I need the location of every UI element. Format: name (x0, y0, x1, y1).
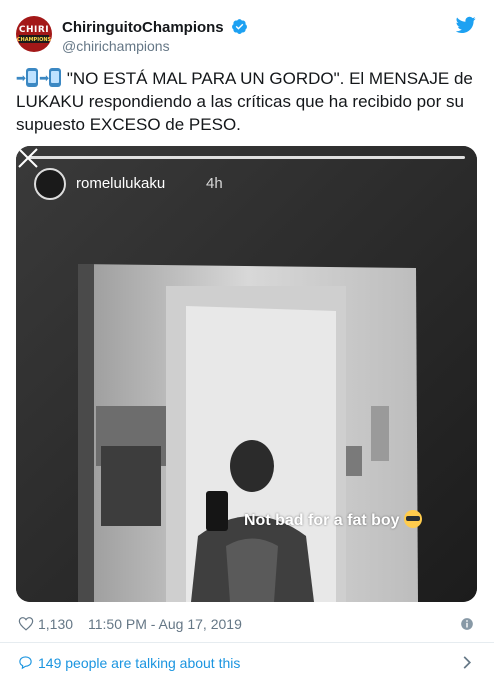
author-handle[interactable]: @chirichampions (62, 38, 248, 54)
author-names: ChiringuitoChampions @chirichampions (62, 18, 248, 54)
chevron-right-icon (463, 656, 472, 669)
story-photo (16, 146, 477, 602)
arrow-emoji-icon: ➡ (39, 71, 50, 85)
story-username: romelulukaku (76, 175, 166, 192)
like-count[interactable]: 1,130 (38, 616, 73, 632)
arrow-emoji-icon: ➡ (16, 71, 27, 85)
author-avatar[interactable]: CHIRI CHAMPIONS (16, 16, 52, 52)
tweet-header: CHIRI CHAMPIONS ChiringuitoChampions @ch… (16, 14, 478, 58)
twitter-bird-icon[interactable] (456, 16, 476, 34)
story-user-avatar (34, 168, 66, 200)
sunglasses-emoji-icon (403, 510, 422, 528)
heart-icon[interactable] (18, 616, 34, 631)
verified-badge-icon (232, 19, 248, 34)
tweet-body: "NO ESTÁ MAL PARA UN GORDO". El MENSAJE … (16, 69, 473, 134)
tweet-text: ➡ ➡ "NO ESTÁ MAL PARA UN GORDO". El MENSA… (16, 67, 478, 136)
close-icon (18, 148, 38, 168)
conversation-link[interactable]: 149 people are talking about this (16, 652, 478, 674)
divider (0, 642, 494, 643)
avatar-text: CHIRI (18, 25, 50, 35)
story-caption: Not bad for a fat boy (244, 510, 422, 530)
phone-emoji-icon (49, 68, 62, 87)
info-icon[interactable] (460, 617, 474, 631)
story-progress-bar (28, 156, 465, 159)
tweet-card: CHIRI CHAMPIONS ChiringuitoChampions @ch… (0, 0, 494, 680)
tweet-timestamp[interactable]: 11:50 PM - Aug 17, 2019 (88, 616, 242, 632)
story-timestamp: 4h (206, 175, 223, 192)
chat-bubble-icon (19, 656, 32, 670)
phone-emoji-icon (26, 68, 39, 87)
story-caption-text: Not bad for a fat boy (244, 512, 400, 529)
author-display-name[interactable]: ChiringuitoChampions (62, 19, 224, 36)
tweet-meta: 1,130 11:50 PM - Aug 17, 2019 (16, 614, 478, 634)
talking-count-text: 149 people are talking about this (38, 655, 241, 671)
avatar-subtext: CHAMPIONS (16, 37, 52, 43)
tweet-media[interactable]: romelulukaku 4h Not bad for a fat boy (16, 146, 477, 602)
